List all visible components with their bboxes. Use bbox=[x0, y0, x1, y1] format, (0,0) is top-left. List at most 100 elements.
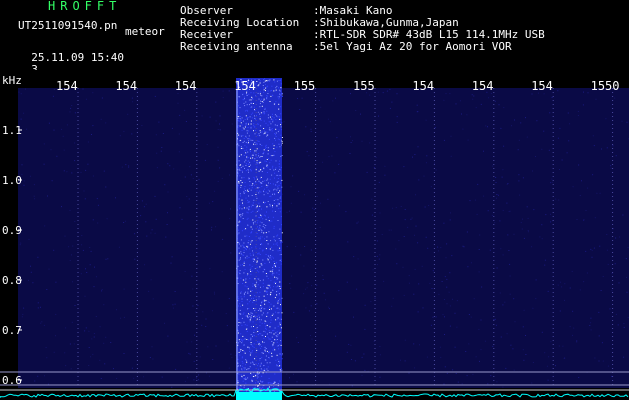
band-speck bbox=[251, 228, 253, 230]
band-speck bbox=[262, 282, 264, 284]
band-speck bbox=[260, 131, 262, 133]
band-speck bbox=[252, 154, 254, 156]
noise-dot bbox=[578, 377, 580, 378]
noise-dot bbox=[71, 105, 73, 106]
band-speck bbox=[240, 253, 242, 254]
spectrogram-plot: 1.11.00.90.80.70.6 154 154 154 154 155 155 154… bbox=[0, 70, 629, 400]
band-speck bbox=[245, 137, 247, 138]
band-speck bbox=[261, 236, 263, 238]
band-speck bbox=[252, 314, 254, 316]
band-speck bbox=[240, 184, 242, 186]
band-speck bbox=[259, 214, 261, 216]
noise-dot bbox=[361, 140, 363, 142]
noise-dot bbox=[535, 279, 537, 281]
band-speck bbox=[248, 157, 250, 159]
band-speck bbox=[281, 354, 283, 356]
band-speck bbox=[268, 357, 270, 359]
band-speck bbox=[265, 348, 267, 350]
noise-dot bbox=[165, 236, 167, 238]
noise-dot bbox=[37, 307, 39, 309]
noise-dot bbox=[478, 328, 480, 330]
band-speck bbox=[252, 283, 254, 285]
band-speck bbox=[278, 270, 280, 272]
noise-dot bbox=[171, 256, 173, 258]
noise-dot bbox=[532, 307, 534, 309]
noise-dot bbox=[346, 351, 348, 353]
band-speck bbox=[278, 267, 280, 268]
band-speck bbox=[253, 329, 255, 331]
noise-dot bbox=[81, 244, 83, 246]
band-speck bbox=[252, 112, 254, 114]
band-speck bbox=[275, 139, 276, 141]
noise-dot bbox=[382, 92, 384, 94]
noise-dot bbox=[28, 279, 29, 281]
noise-dot bbox=[160, 150, 162, 152]
noise-dot bbox=[396, 121, 398, 123]
band-speck bbox=[253, 308, 255, 309]
band-speck bbox=[265, 254, 267, 255]
band-speck bbox=[250, 352, 252, 354]
band-speck bbox=[244, 145, 246, 147]
band-speck bbox=[246, 207, 248, 209]
noise-dot bbox=[541, 148, 543, 150]
noise-dot bbox=[403, 236, 405, 237]
noise-dot bbox=[87, 141, 89, 143]
noise-dot bbox=[617, 324, 619, 326]
noise-dot bbox=[64, 352, 66, 354]
band-speck bbox=[243, 177, 245, 179]
band-speck bbox=[275, 160, 277, 162]
band-speck bbox=[241, 124, 243, 126]
band-speck bbox=[281, 142, 283, 144]
band-speck bbox=[273, 272, 275, 274]
band-speck bbox=[244, 379, 246, 381]
noise-dot bbox=[286, 246, 288, 248]
band-speck bbox=[278, 116, 280, 118]
noise-dot bbox=[379, 354, 381, 356]
noise-dot bbox=[88, 330, 90, 332]
band-speck bbox=[252, 335, 253, 337]
noise-dot bbox=[106, 218, 108, 220]
noise-dot bbox=[92, 92, 94, 94]
band-speck bbox=[246, 235, 248, 237]
band-speck bbox=[265, 300, 267, 302]
band-speck bbox=[257, 284, 259, 286]
noise-dot bbox=[407, 226, 409, 228]
band-speck bbox=[261, 243, 263, 245]
band-speck bbox=[265, 225, 267, 226]
band-speck bbox=[244, 161, 246, 163]
noise-dot bbox=[443, 139, 445, 141]
noise-dot bbox=[491, 214, 493, 216]
band-speck bbox=[267, 278, 269, 280]
noise-dot bbox=[48, 268, 50, 270]
band-speck bbox=[260, 112, 262, 114]
band-speck bbox=[254, 143, 256, 145]
band-speck bbox=[253, 125, 255, 127]
band-speck bbox=[246, 315, 248, 317]
noise-dot bbox=[611, 273, 613, 275]
noise-dot bbox=[413, 343, 415, 345]
noise-dot bbox=[61, 128, 62, 130]
band-speck bbox=[255, 169, 257, 171]
noise-dot bbox=[201, 115, 203, 117]
band-speck bbox=[263, 330, 265, 332]
band-speck bbox=[245, 152, 247, 154]
noise-dot bbox=[207, 346, 209, 348]
noise-dot bbox=[43, 143, 45, 145]
band-speck bbox=[244, 181, 246, 183]
band-speck bbox=[265, 161, 267, 162]
band-speck bbox=[278, 80, 280, 81]
band-speck bbox=[259, 221, 261, 223]
noise-dot bbox=[202, 311, 204, 313]
band-speck bbox=[274, 81, 276, 83]
noise-dot bbox=[428, 205, 430, 206]
noise-dot bbox=[193, 360, 195, 362]
noise-dot bbox=[602, 276, 604, 277]
band-speck bbox=[246, 94, 248, 96]
noise-dot bbox=[480, 349, 482, 351]
noise-dot bbox=[53, 129, 55, 131]
noise-dot bbox=[104, 363, 106, 365]
noise-dot bbox=[167, 191, 169, 193]
noise-dot bbox=[84, 295, 86, 297]
band-speck bbox=[279, 139, 281, 141]
noise-dot bbox=[559, 281, 561, 283]
